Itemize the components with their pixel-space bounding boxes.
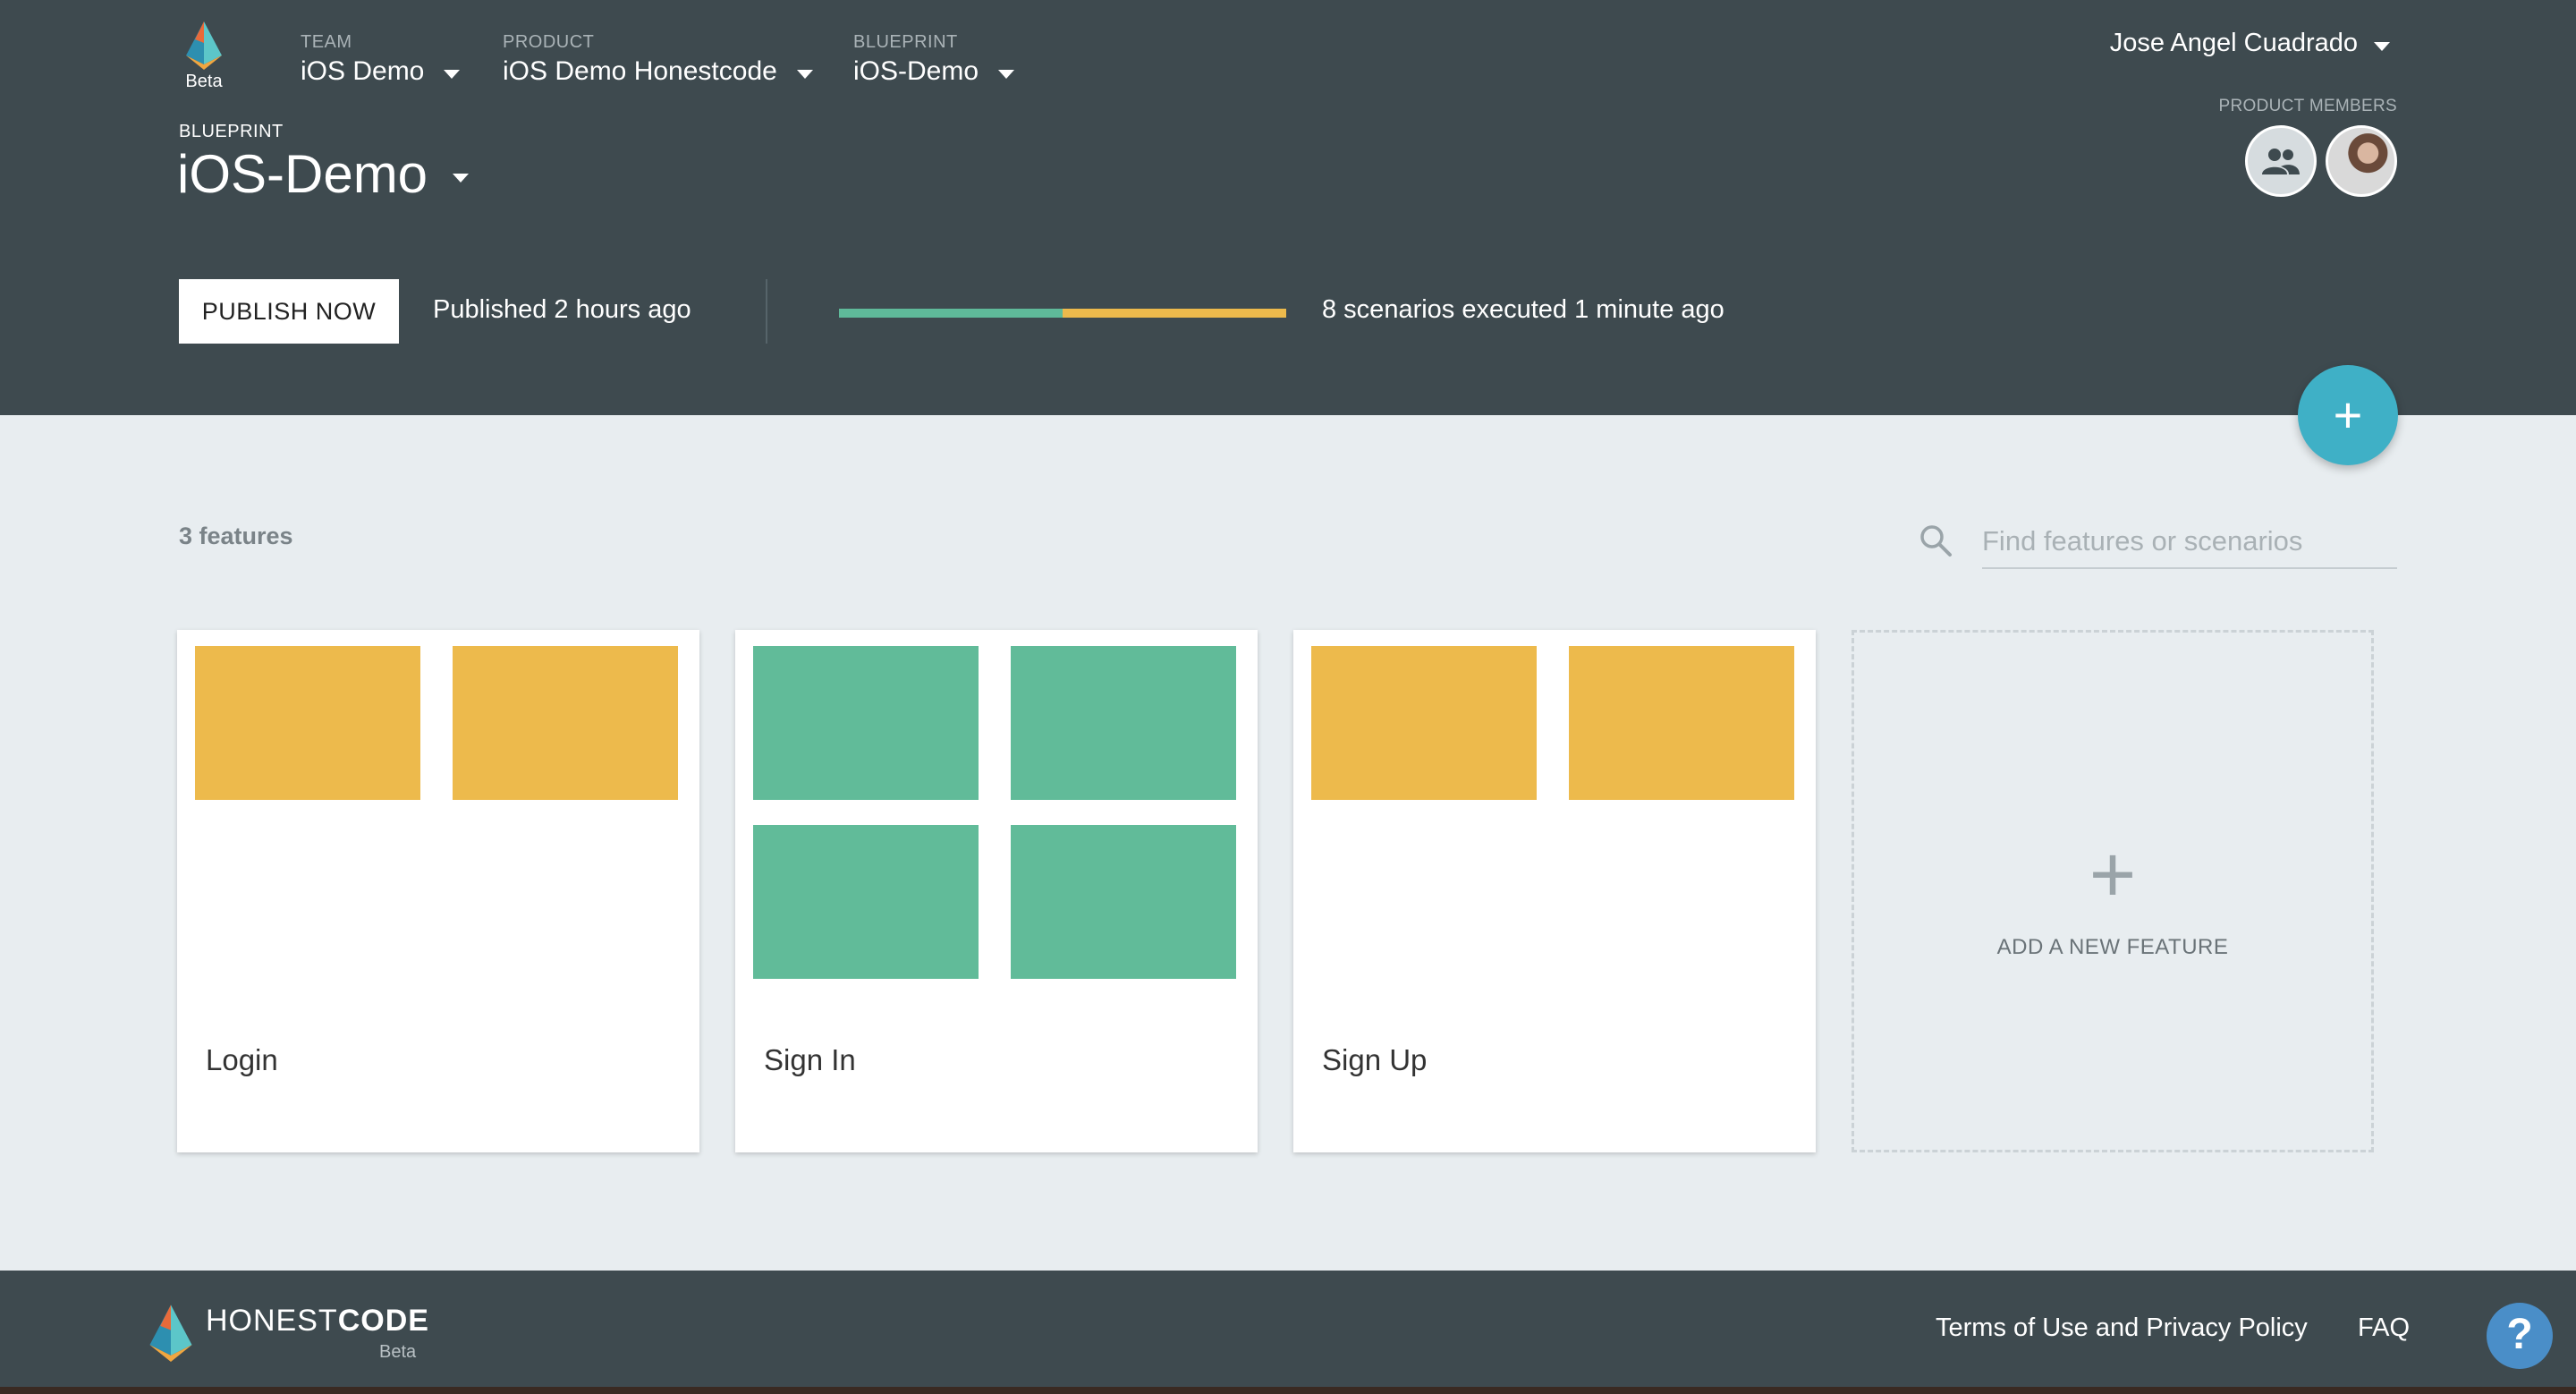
chevron-down-icon xyxy=(998,70,1015,79)
question-icon: ? xyxy=(2506,1311,2533,1358)
footer-beta-label: Beta xyxy=(379,1342,417,1362)
add-feature-label: ADD A NEW FEATURE xyxy=(1996,935,2229,959)
progress-pending-segment xyxy=(1063,309,1286,318)
product-selector[interactable]: PRODUCT iOS Demo Honestcode xyxy=(503,32,813,87)
scenario-tile[interactable] xyxy=(195,646,420,800)
feature-title: Sign Up xyxy=(1322,1043,1428,1076)
scenarios-status: 8 scenarios executed 1 minute ago xyxy=(1322,295,1724,324)
chevron-down-icon xyxy=(2374,41,2390,51)
product-value: iOS Demo Honestcode xyxy=(503,56,777,86)
plus-icon: + xyxy=(2089,830,2137,920)
bottom-strip xyxy=(0,1387,2576,1394)
blueprint-selector[interactable]: BLUEPRINT iOS-Demo xyxy=(853,32,1015,87)
scenario-tile[interactable] xyxy=(453,646,678,800)
blueprint-nav-label: BLUEPRINT xyxy=(853,32,958,52)
feature-count: 3 features xyxy=(179,523,293,549)
team-selector[interactable]: TEAM iOS Demo xyxy=(301,32,461,87)
product-label: PRODUCT xyxy=(503,32,595,52)
published-status: Published 2 hours ago xyxy=(433,295,691,324)
brand-light: HONEST xyxy=(206,1304,338,1338)
user-menu[interactable]: Jose Angel Cuadrado xyxy=(2110,29,2390,58)
footer-brand: HONESTCODE xyxy=(206,1303,429,1339)
chevron-down-icon xyxy=(453,173,470,183)
publish-now-button[interactable]: PUBLISH NOW xyxy=(179,279,399,344)
brand-bold: CODE xyxy=(337,1304,429,1338)
scenario-tile[interactable] xyxy=(753,825,979,979)
scenario-tile[interactable] xyxy=(1311,646,1537,800)
member-avatar[interactable] xyxy=(2326,125,2397,197)
scenario-tile[interactable] xyxy=(1569,646,1794,800)
blueprint-nav-value: iOS-Demo xyxy=(853,56,979,86)
page-title: iOS-Demo xyxy=(177,144,428,204)
faq-link[interactable]: FAQ xyxy=(2358,1313,2410,1343)
pyramid-logo-icon xyxy=(186,21,222,70)
logo-beta-label: Beta xyxy=(185,72,223,91)
scenario-tile[interactable] xyxy=(753,646,979,800)
members-group-button[interactable] xyxy=(2245,125,2317,197)
team-label: TEAM xyxy=(301,32,352,52)
feature-title: Sign In xyxy=(764,1043,856,1076)
add-feature-card[interactable]: + ADD A NEW FEATURE xyxy=(1852,630,2374,1152)
feature-card[interactable]: Login xyxy=(177,630,699,1152)
feature-title: Login xyxy=(206,1043,278,1076)
app-logo[interactable]: Beta xyxy=(179,20,229,92)
chevron-down-icon xyxy=(796,70,813,79)
scenario-progress-bar xyxy=(839,309,1286,318)
help-button[interactable]: ? xyxy=(2487,1303,2553,1369)
pyramid-logo-icon xyxy=(149,1305,192,1362)
feature-card[interactable]: Sign In xyxy=(735,630,1258,1152)
product-members-label: PRODUCT MEMBERS xyxy=(2218,97,2397,115)
scenario-tile[interactable] xyxy=(1011,646,1236,800)
add-button[interactable]: + xyxy=(2298,365,2398,465)
user-name: Jose Angel Cuadrado xyxy=(2109,29,2358,57)
top-header: Beta TEAM iOS Demo PRODUCT iOS Demo Hone… xyxy=(0,0,2576,415)
scenario-tile[interactable] xyxy=(1011,825,1236,979)
status-divider xyxy=(766,279,767,344)
footer: HONESTCODE Beta Terms of Use and Privacy… xyxy=(0,1271,2576,1394)
search-icon xyxy=(1920,525,1952,557)
chevron-down-icon xyxy=(444,70,461,79)
blueprint-title-dropdown[interactable]: iOS-Demo xyxy=(177,143,470,205)
search-box xyxy=(1918,515,2397,569)
team-value: iOS Demo xyxy=(301,56,425,86)
plus-icon: + xyxy=(2333,387,2363,443)
progress-passed-segment xyxy=(839,309,1063,318)
terms-privacy-link[interactable]: Terms of Use and Privacy Policy xyxy=(1936,1313,2308,1343)
feature-card[interactable]: Sign Up xyxy=(1293,630,1816,1152)
blueprint-label: BLUEPRINT xyxy=(179,122,284,141)
people-icon xyxy=(2262,149,2300,174)
search-input[interactable] xyxy=(1982,515,2397,569)
